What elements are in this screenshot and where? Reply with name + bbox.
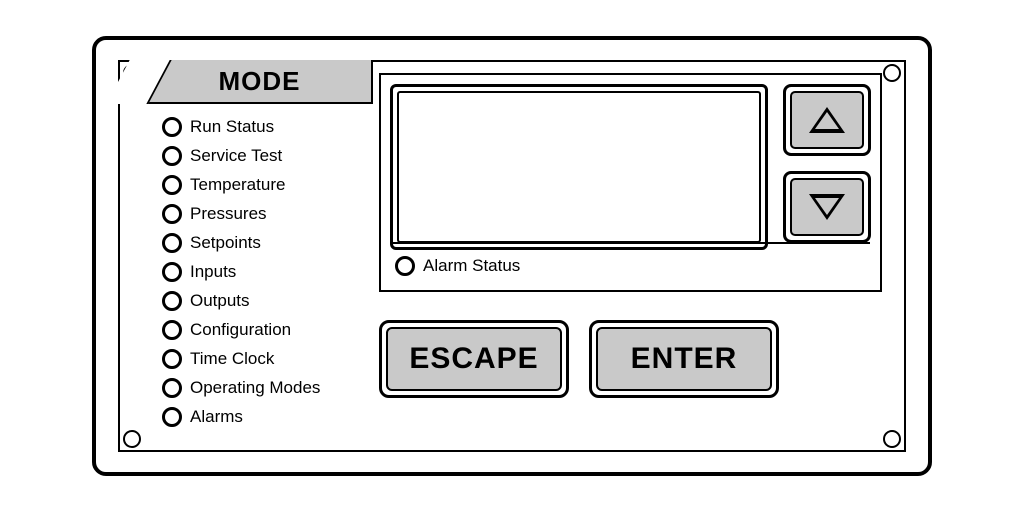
enter-button[interactable]: ENTER — [589, 320, 779, 398]
led-icon — [162, 378, 182, 398]
led-icon — [162, 291, 182, 311]
escape-button[interactable]: ESCAPE — [379, 320, 569, 398]
led-icon — [162, 204, 182, 224]
down-button-face — [790, 178, 864, 236]
mode-item-label: Outputs — [190, 291, 250, 311]
divider — [391, 242, 870, 244]
alarm-status-label: Alarm Status — [423, 256, 520, 276]
triangle-up-icon — [809, 107, 845, 133]
mode-item-setpoints[interactable]: Setpoints — [162, 228, 373, 257]
mode-item-outputs[interactable]: Outputs — [162, 286, 373, 315]
mode-header: MODE — [148, 60, 373, 104]
led-icon — [162, 349, 182, 369]
mode-item-service-test[interactable]: Service Test — [162, 141, 373, 170]
mode-item-pressures[interactable]: Pressures — [162, 199, 373, 228]
triangle-down-icon — [809, 194, 845, 220]
mode-list: Run Status Service Test Temperature Pres… — [148, 104, 373, 431]
mode-item-label: Setpoints — [190, 233, 261, 253]
led-icon — [162, 117, 182, 137]
mode-item-operating-modes[interactable]: Operating Modes — [162, 373, 373, 402]
screw-icon — [123, 430, 141, 448]
led-icon — [162, 320, 182, 340]
mode-item-alarms[interactable]: Alarms — [162, 402, 373, 431]
led-icon — [162, 407, 182, 427]
mode-item-label: Time Clock — [190, 349, 274, 369]
mode-item-label: Alarms — [190, 407, 243, 427]
mode-item-run-status[interactable]: Run Status — [162, 112, 373, 141]
led-icon — [162, 233, 182, 253]
mode-item-inputs[interactable]: Inputs — [162, 257, 373, 286]
mode-item-label: Run Status — [190, 117, 274, 137]
mode-item-label: Configuration — [190, 320, 291, 340]
main-button-row: ESCAPE ENTER — [379, 320, 779, 398]
mode-section: MODE Run Status Service Test Temperature… — [148, 60, 373, 431]
led-icon — [395, 256, 415, 276]
lcd-screen — [390, 84, 768, 250]
escape-button-label: ESCAPE — [386, 327, 562, 391]
mode-item-time-clock[interactable]: Time Clock — [162, 344, 373, 373]
mode-item-label: Pressures — [190, 204, 267, 224]
led-icon — [162, 262, 182, 282]
led-icon — [162, 175, 182, 195]
enter-button-label: ENTER — [596, 327, 772, 391]
mode-item-label: Temperature — [190, 175, 285, 195]
display-region: Alarm Status — [379, 73, 882, 292]
mode-item-label: Operating Modes — [190, 378, 320, 398]
up-button[interactable] — [783, 84, 871, 156]
mode-item-label: Inputs — [190, 262, 236, 282]
mode-item-label: Service Test — [190, 146, 282, 166]
mode-item-configuration[interactable]: Configuration — [162, 315, 373, 344]
up-button-face — [790, 91, 864, 149]
down-button[interactable] — [783, 171, 871, 243]
control-panel: MODE Run Status Service Test Temperature… — [92, 36, 932, 476]
mode-item-temperature[interactable]: Temperature — [162, 170, 373, 199]
screw-icon — [883, 430, 901, 448]
led-icon — [162, 146, 182, 166]
alarm-status-bar: Alarm Status — [391, 250, 870, 282]
screw-icon — [883, 64, 901, 82]
